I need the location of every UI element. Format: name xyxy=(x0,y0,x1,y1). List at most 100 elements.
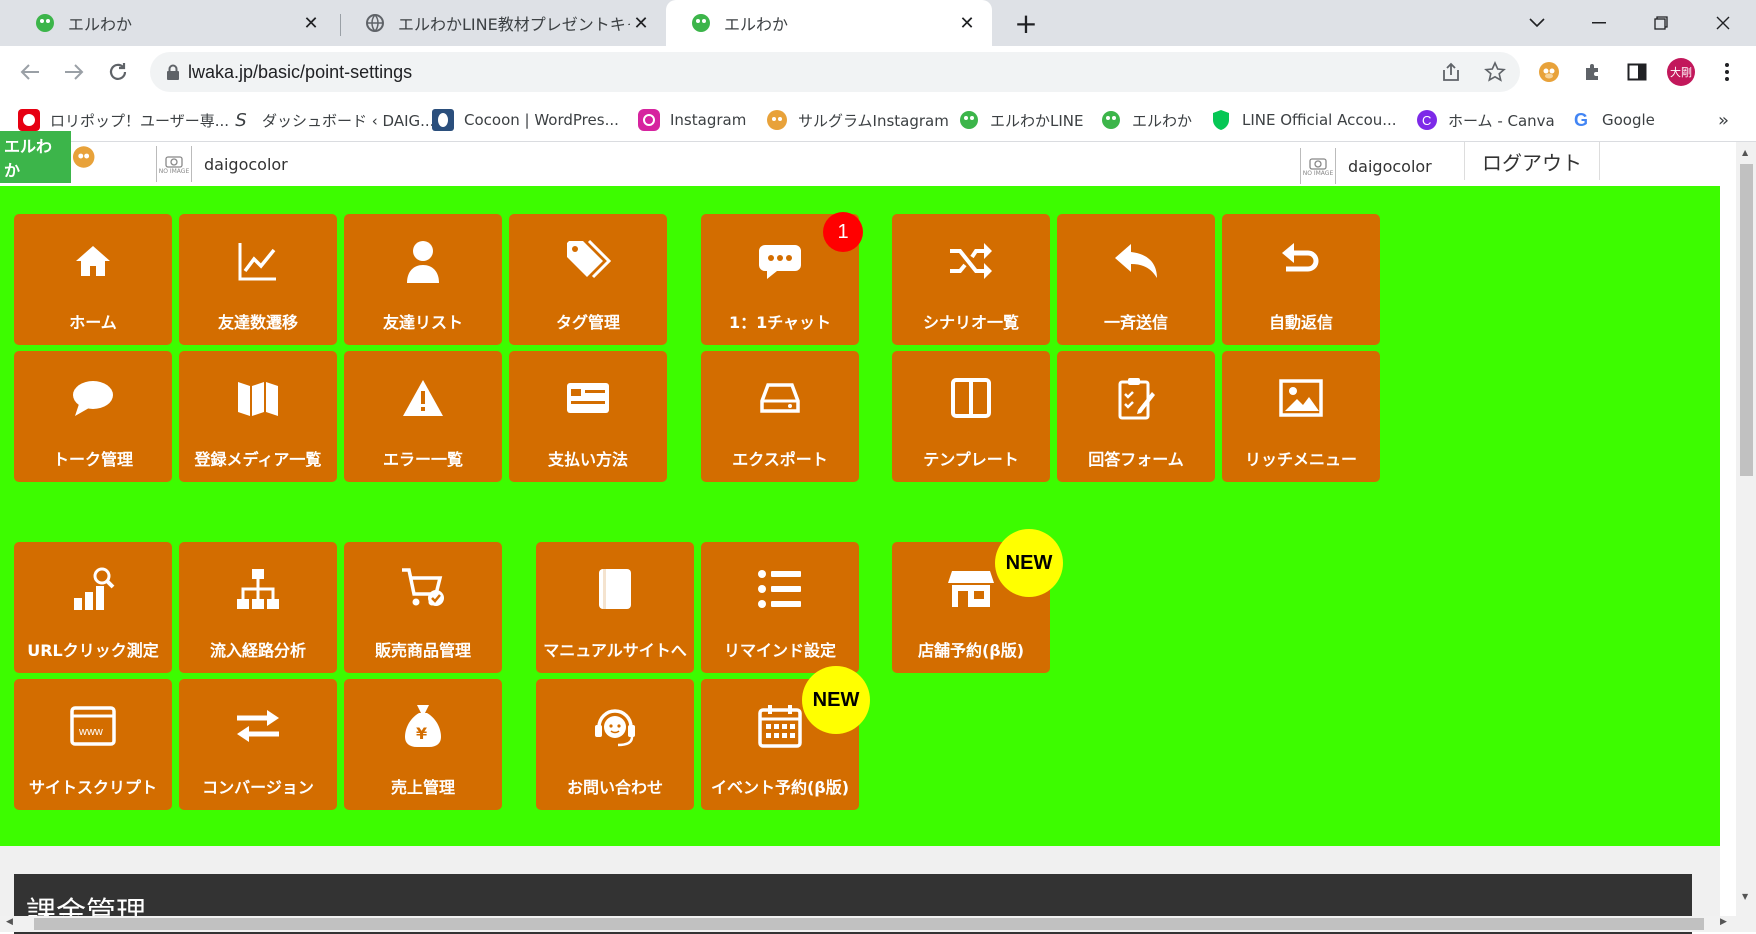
menu-tag-management[interactable]: タグ管理 xyxy=(509,214,667,345)
tile-label: コンバージョン xyxy=(202,778,314,797)
warning-icon xyxy=(393,373,453,423)
restore-icon[interactable] xyxy=(1646,8,1676,38)
menu-scenario-list[interactable]: シナリオ一覧 xyxy=(892,214,1050,345)
menu-contact[interactable]: お問い合わせ xyxy=(536,679,694,810)
menu-answer-form[interactable]: 回答フォーム xyxy=(1057,351,1215,482)
horizontal-scrollbar[interactable]: ◀ ▶ xyxy=(0,916,1756,932)
sitemap-icon xyxy=(228,564,288,614)
menu-talk-management[interactable]: トーク管理 xyxy=(14,351,172,482)
menu-product-management[interactable]: 販売商品管理 xyxy=(344,542,502,673)
close-window-icon[interactable] xyxy=(1708,8,1738,38)
menu-template[interactable]: テンプレート xyxy=(892,351,1050,482)
kebab-menu-icon[interactable] xyxy=(1712,57,1742,87)
menu-auto-reply[interactable]: 自動返信 xyxy=(1222,214,1380,345)
user-info-left[interactable]: NO IMAGE daigocolor xyxy=(156,146,288,182)
bookmark-label: エルわかLINE xyxy=(990,111,1084,130)
share-icon[interactable] xyxy=(1436,57,1466,87)
monkey-extension-icon[interactable] xyxy=(1534,57,1564,87)
tab-1[interactable]: エルわか ✕ xyxy=(10,0,336,46)
lwaka-logo[interactable]: エルわか xyxy=(0,131,96,183)
menu-error-list[interactable]: エラー一覧 xyxy=(344,351,502,482)
bookmark-google[interactable]: G Google xyxy=(1570,108,1655,132)
drive-icon xyxy=(750,373,810,423)
close-icon[interactable]: ✕ xyxy=(300,12,322,34)
chat-unread-badge: 1 xyxy=(823,212,863,252)
bookmark-label: エルわか xyxy=(1132,111,1193,130)
vertical-scrollbar[interactable]: ▲ ▼ xyxy=(1736,142,1756,916)
logout-button[interactable]: ログアウト xyxy=(1464,142,1600,180)
forward-arrow-icon[interactable] xyxy=(58,56,90,88)
tile-label: タグ管理 xyxy=(555,313,620,332)
close-icon[interactable]: ✕ xyxy=(956,12,978,34)
home-icon xyxy=(63,236,123,286)
scroll-left-icon[interactable]: ◀ xyxy=(6,917,13,927)
tab-strip: エルわか ✕ エルわかLINE教材プレゼントキャンペ- ✕ エルわか ✕ + xyxy=(0,0,1756,46)
address-bar[interactable]: lwaka.jp/basic/point-settings xyxy=(150,52,1520,92)
tile-label: 流入経路分析 xyxy=(209,641,306,660)
profile-label: 大剛 xyxy=(1667,58,1695,86)
bookmark-star-icon[interactable] xyxy=(1480,57,1510,87)
bookmarks-overflow-icon[interactable]: » xyxy=(1718,108,1729,132)
username: daigocolor xyxy=(204,154,288,174)
comment-icon xyxy=(63,373,123,423)
menu-site-script[interactable]: www サイトスクリプト xyxy=(14,679,172,810)
vertical-scroll-thumb[interactable] xyxy=(1740,164,1753,476)
menu-payment-method[interactable]: 支払い方法 xyxy=(509,351,667,482)
menu-url-click[interactable]: URLクリック測定 xyxy=(14,542,172,673)
tile-label: 売上管理 xyxy=(390,778,455,797)
menu-remind-settings[interactable]: リマインド設定 xyxy=(701,542,859,673)
tile-label: 店舗予約(β版) xyxy=(917,641,1025,660)
menu-registered-media[interactable]: 登録メディア一覧 xyxy=(179,351,337,482)
puzzle-extensions-icon[interactable] xyxy=(1578,57,1608,87)
bookmark-lwaka-line[interactable]: エルわかLINE xyxy=(958,108,1083,132)
scroll-right-icon[interactable]: ▶ xyxy=(1720,917,1727,927)
no-image-avatar: NO IMAGE xyxy=(1300,148,1336,184)
calendar-icon xyxy=(750,701,810,751)
bookmark-line-official[interactable]: LINE Official Accou... xyxy=(1210,108,1397,132)
lock-icon[interactable] xyxy=(166,64,180,80)
bookmarks-bar: ロリポップ！ユーザー専... S ダッシュボード ‹ DAIG... Cocoo… xyxy=(0,98,1756,142)
script-s-icon: S xyxy=(235,109,247,131)
lolipop-icon xyxy=(18,109,40,131)
tab-2[interactable]: エルわかLINE教材プレゼントキャンペ- ✕ xyxy=(340,0,666,46)
menu-friend-list[interactable]: 友達リスト xyxy=(344,214,502,345)
minimize-icon[interactable] xyxy=(1584,8,1614,38)
bookmark-label: Google xyxy=(1602,111,1655,129)
reload-icon[interactable] xyxy=(102,56,134,88)
horizontal-scroll-thumb[interactable] xyxy=(34,918,1704,930)
scroll-down-icon[interactable]: ▼ xyxy=(1742,892,1748,901)
bookmark-lwaka[interactable]: エルわか xyxy=(1100,108,1192,132)
menu-inflow-route[interactable]: 流入経路分析 xyxy=(179,542,337,673)
tab-title: エルわか xyxy=(724,15,789,34)
back-arrow-icon[interactable] xyxy=(14,56,46,88)
svg-text:¥: ¥ xyxy=(416,724,427,743)
bookmark-lolipop[interactable]: ロリポップ！ユーザー専... xyxy=(18,108,229,132)
tile-label: エクスポート xyxy=(732,450,828,469)
menu-conversion[interactable]: コンバージョン xyxy=(179,679,337,810)
bookmark-canva[interactable]: C ホーム - Canva xyxy=(1416,108,1555,132)
profile-avatar[interactable]: 大剛 xyxy=(1666,57,1696,87)
scroll-up-icon[interactable]: ▲ xyxy=(1742,148,1748,157)
menu-export[interactable]: エクスポート xyxy=(701,351,859,482)
bookmark-sarugram[interactable]: サルグラムInstagram xyxy=(766,108,949,132)
tab-search-chevron-icon[interactable] xyxy=(1522,8,1552,38)
menu-rich-menu[interactable]: リッチメニュー xyxy=(1222,351,1380,482)
menu-manual-site[interactable]: マニュアルサイトへ xyxy=(536,542,694,673)
bookmark-dashboard[interactable]: S ダッシュボード ‹ DAIG... xyxy=(230,108,434,132)
svg-text:www: www xyxy=(78,726,103,738)
tile-label: 一斉送信 xyxy=(1103,313,1168,332)
canva-icon: C xyxy=(1416,109,1438,131)
side-panel-icon[interactable] xyxy=(1622,57,1652,87)
menu-sales-management[interactable]: ¥ 売上管理 xyxy=(344,679,502,810)
camera-icon xyxy=(165,155,183,168)
menu-friend-trend[interactable]: 友達数遷移 xyxy=(179,214,337,345)
bookmark-instagram[interactable]: Instagram xyxy=(638,108,746,132)
user-info-right[interactable]: NO IMAGE daigocolor xyxy=(1300,148,1432,184)
new-tab-plus-icon[interactable]: + xyxy=(1011,7,1041,40)
menu-home[interactable]: ホーム xyxy=(14,214,172,345)
close-icon[interactable]: ✕ xyxy=(630,12,652,34)
tab-3-active[interactable]: エルわか ✕ xyxy=(666,0,992,46)
map-icon xyxy=(228,373,288,423)
menu-broadcast[interactable]: 一斉送信 xyxy=(1057,214,1215,345)
bookmark-cocoon[interactable]: Cocoon | WordPres... xyxy=(432,108,619,132)
